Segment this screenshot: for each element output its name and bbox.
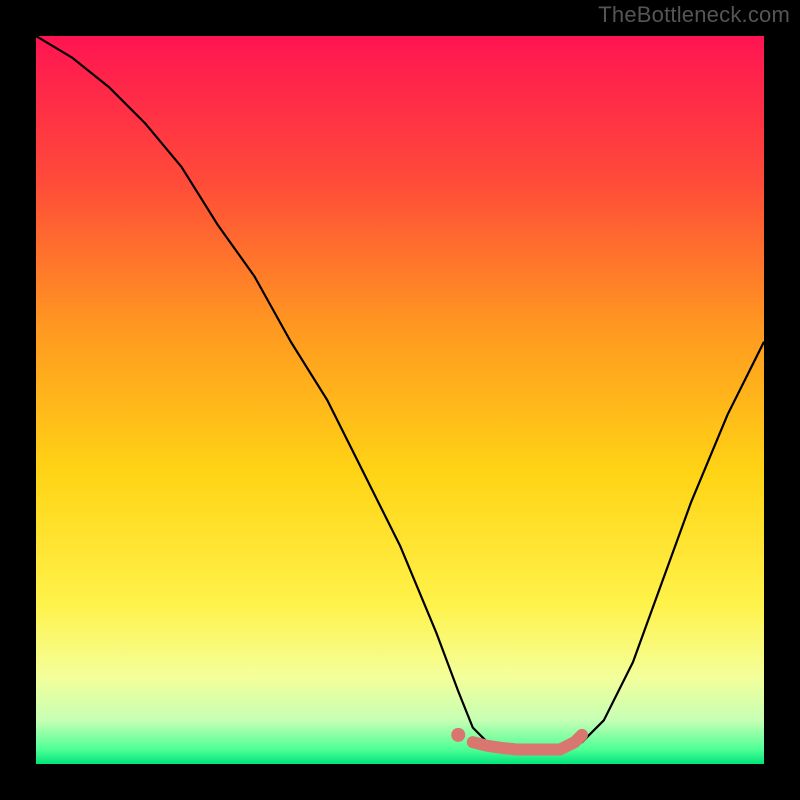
watermark-text: TheBottleneck.com <box>598 2 790 28</box>
chart-frame: TheBottleneck.com <box>0 0 800 800</box>
highlight-start-dot <box>451 728 465 742</box>
plot-area <box>36 36 764 764</box>
chart-svg <box>36 36 764 764</box>
chart-background <box>36 36 764 764</box>
